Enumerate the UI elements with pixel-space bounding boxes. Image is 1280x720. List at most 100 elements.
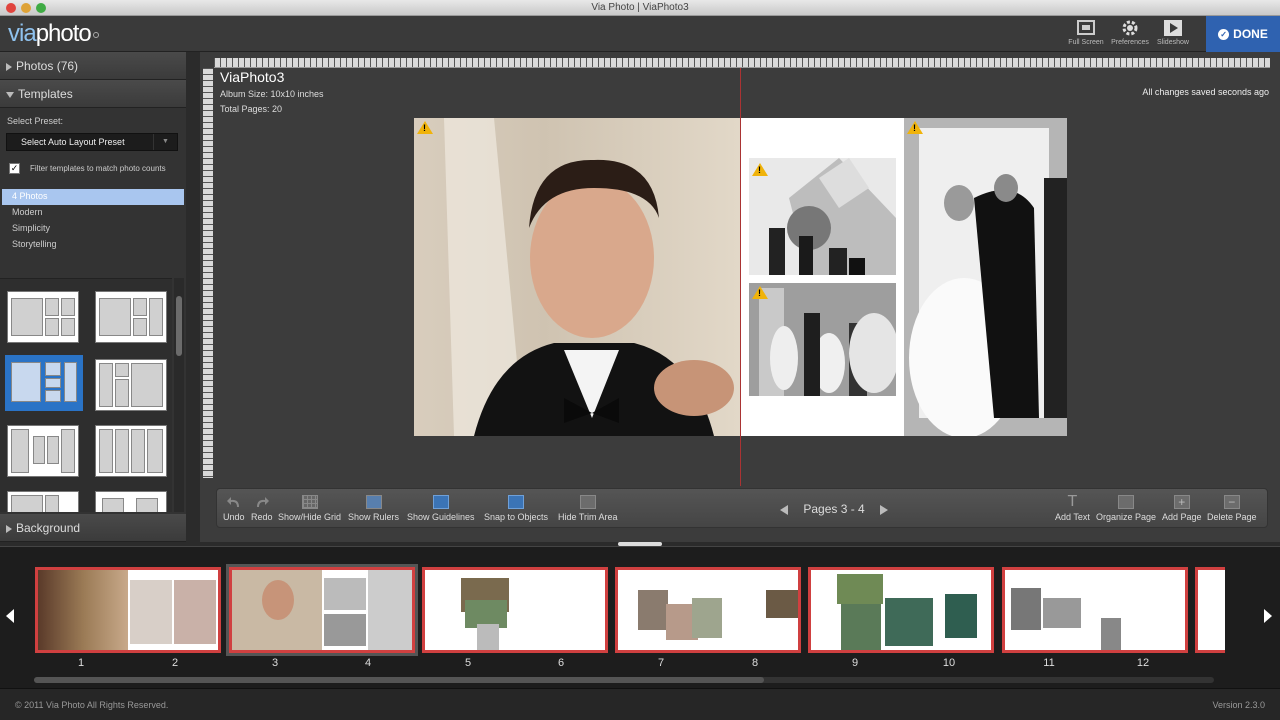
page-number: 4 [364, 657, 372, 669]
spread-thumbnail[interactable] [615, 567, 801, 653]
church-photo-image [769, 158, 896, 275]
spread-thumbnail-current[interactable] [226, 564, 418, 656]
select-preset-label: Select Preset: [7, 116, 64, 126]
template-thumbnail[interactable] [95, 425, 167, 477]
page-number: 1 [77, 657, 85, 669]
page-number: 5 [464, 657, 472, 669]
filter-templates-label: Filter templates to match photo counts [30, 164, 166, 173]
photos-accordion[interactable]: Photos (76) [0, 52, 186, 80]
window-titlebar: Via Photo | ViaPhoto3 [0, 0, 1280, 16]
spread-thumbnail[interactable] [35, 567, 221, 653]
filter-templates-checkbox[interactable]: ✓ [9, 163, 20, 174]
text-icon: T [1067, 493, 1078, 510]
trim-icon [579, 495, 596, 509]
scrollbar-thumb[interactable] [34, 677, 764, 683]
app-logo: viaphoto [8, 20, 99, 48]
sidebar: Photos (76) Templates Select Preset: Sel… [0, 52, 186, 542]
page-number: 6 [557, 657, 565, 669]
spread-thumbnail[interactable] [422, 567, 608, 653]
templates-scrollbar[interactable] [174, 278, 184, 512]
photo-frame-flowergirls[interactable] [749, 283, 896, 396]
status-footer: © 2011 Via Photo All Rights Reserved. Ve… [0, 688, 1280, 720]
add-text-button[interactable]: T Add Text [1055, 493, 1090, 523]
expand-arrow-icon [6, 524, 12, 533]
template-category-item[interactable]: 4 Photos [2, 189, 184, 205]
filmstrip-scrollbar[interactable] [34, 677, 1214, 683]
delete-page-button[interactable]: − Delete Page [1207, 495, 1257, 522]
template-thumbnail[interactable] [95, 359, 167, 411]
collapse-arrow-icon [6, 91, 14, 98]
checkmark-icon: ✓ [1218, 28, 1230, 40]
full-screen-button[interactable]: Full Screen [1064, 19, 1108, 46]
copyright-text: © 2011 Via Photo All Rights Reserved. [15, 700, 169, 710]
template-thumbnail[interactable] [7, 425, 79, 477]
page-number: 9 [851, 657, 859, 669]
slideshow-button[interactable]: Slideshow [1151, 19, 1195, 46]
page-number: 8 [751, 657, 759, 669]
album-total-pages: Total Pages: 20 [220, 104, 283, 114]
photo-frame-church[interactable] [749, 158, 896, 275]
photo-frame-bride-father[interactable] [904, 118, 1067, 436]
done-button[interactable]: ✓ DONE [1206, 16, 1280, 52]
add-page-button[interactable]: + Add Page [1162, 495, 1202, 522]
album-title: ViaPhoto3 [220, 69, 285, 85]
template-thumbnail[interactable] [95, 291, 167, 343]
page-number: 3 [271, 657, 279, 669]
organize-page-button[interactable]: Organize Page [1096, 495, 1156, 522]
page-number: 2 [171, 657, 179, 669]
album-size: Album Size: 10x10 inches [220, 89, 324, 99]
undo-button[interactable]: Undo [223, 495, 245, 522]
undo-icon [226, 497, 239, 507]
previous-page-arrow-icon[interactable] [780, 504, 788, 515]
spread-thumbnail[interactable] [808, 567, 994, 653]
horizontal-ruler [214, 58, 1270, 68]
delete-page-icon: − [1223, 495, 1240, 509]
snap-to-objects-button[interactable]: Snap to Objects [484, 495, 548, 522]
spread-thumbnail[interactable] [1002, 567, 1188, 653]
template-category-item[interactable]: Storytelling [2, 237, 184, 253]
preset-dropdown[interactable]: Select Auto Layout Preset ▼ [6, 133, 178, 151]
template-thumbnail[interactable] [7, 491, 79, 512]
photo-frame-groom[interactable] [414, 118, 740, 436]
page-navigator: Pages 3 - 4 [780, 502, 889, 516]
next-page-arrow-icon[interactable] [880, 504, 889, 515]
warning-icon[interactable]: ! [417, 121, 433, 134]
template-category-item[interactable]: Simplicity [2, 221, 184, 237]
filmstrip-right-arrow-icon[interactable] [1264, 609, 1272, 623]
spread-thumbnail-partial[interactable] [1195, 567, 1225, 653]
template-thumbnails [0, 278, 172, 512]
template-thumbnail[interactable] [95, 491, 167, 512]
spine-guideline [740, 68, 741, 486]
page-number: 10 [942, 657, 956, 669]
template-thumbnail[interactable] [7, 291, 79, 343]
hide-trim-area-button[interactable]: Hide Trim Area [558, 495, 618, 522]
page-number: 11 [1043, 657, 1055, 669]
show-hide-grid-button[interactable]: Show/Hide Grid [278, 495, 341, 522]
warning-icon[interactable]: ! [752, 163, 768, 176]
redo-button[interactable]: Redo [251, 495, 273, 522]
app-header: viaphoto Full Screen Preferences Slidesh… [0, 16, 1280, 52]
expand-arrow-icon [6, 62, 12, 71]
template-thumbnail-selected[interactable] [5, 355, 83, 411]
templates-accordion[interactable]: Templates [0, 80, 186, 108]
template-category-list: 4 Photos Modern Simplicity Storytelling [2, 189, 184, 277]
page-number: 12 [1136, 657, 1150, 669]
warning-icon[interactable]: ! [752, 286, 768, 299]
warning-icon[interactable]: ! [907, 121, 923, 134]
template-category-item[interactable]: Modern [2, 205, 184, 221]
preferences-button[interactable]: Preferences [1108, 19, 1152, 46]
version-text: Version 2.3.0 [1212, 700, 1265, 710]
flowergirls-photo-image [749, 283, 896, 396]
background-accordion[interactable]: Background [0, 514, 186, 542]
snap-icon [508, 495, 525, 509]
scrollbar-thumb[interactable] [176, 296, 182, 356]
filmstrip-left-arrow-icon[interactable] [6, 609, 14, 623]
full-screen-icon [1077, 20, 1095, 35]
show-rulers-button[interactable]: Show Rulers [348, 495, 399, 522]
add-page-icon: + [1173, 495, 1190, 509]
groom-photo-image [444, 118, 734, 436]
show-guidelines-button[interactable]: Show Guidelines [407, 495, 475, 522]
save-status: All changes saved seconds ago [1142, 87, 1269, 97]
organize-icon [1118, 495, 1135, 509]
page-number: 7 [657, 657, 665, 669]
